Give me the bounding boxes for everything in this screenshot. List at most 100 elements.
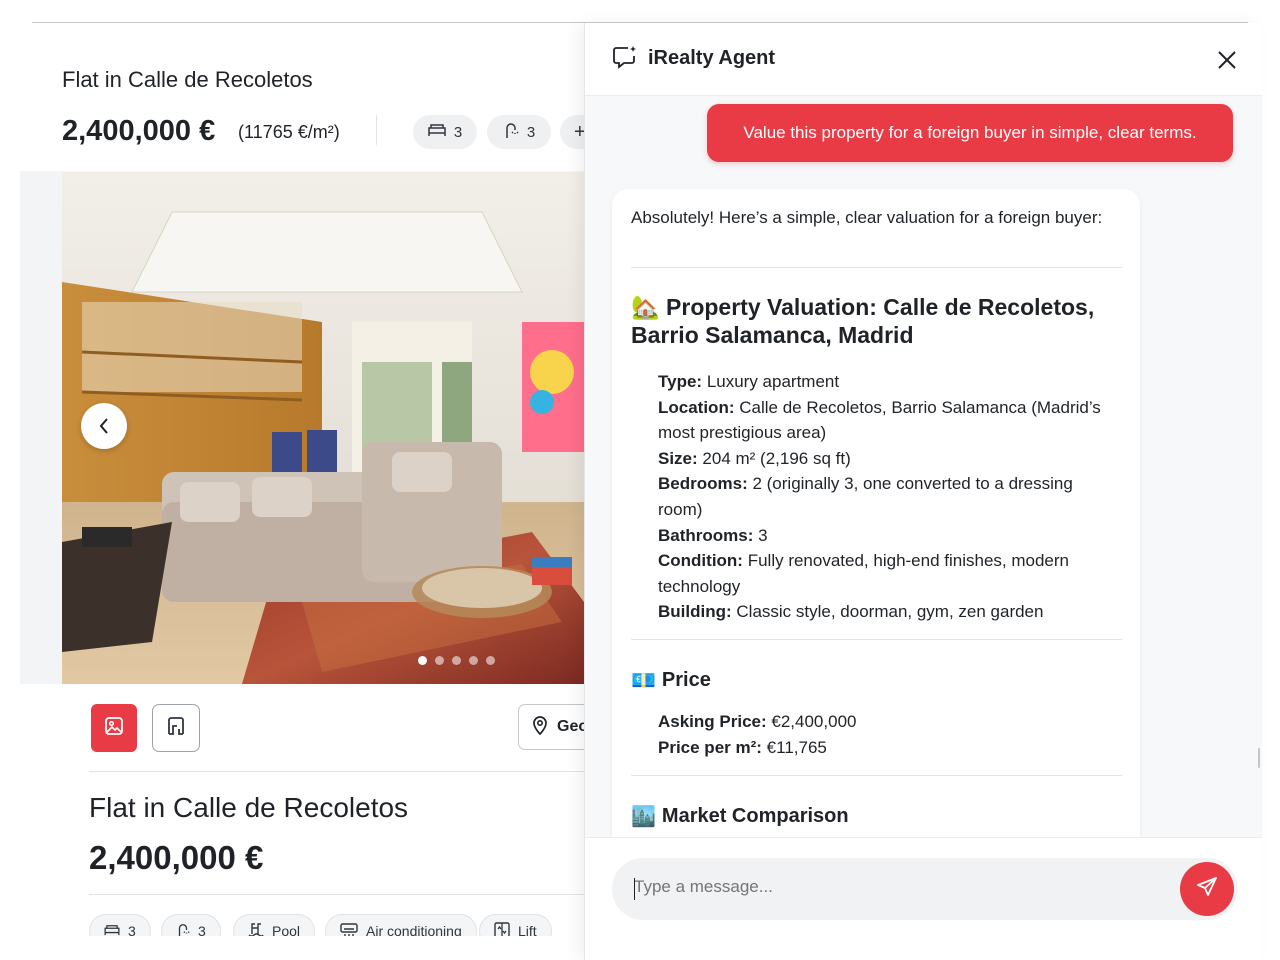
pool-icon <box>248 922 264 936</box>
detail-price: 2,400,000 € <box>89 839 264 876</box>
living-room-image <box>62 172 584 684</box>
price-value: €11,765 <box>766 737 827 757</box>
page-scrollbar[interactable] <box>1258 748 1260 768</box>
detail-value: Luxury apartment <box>706 372 840 391</box>
detail-item: Condition: Fully renovated, high-end fin… <box>658 548 1118 599</box>
detail-item: Size: 204 m² (2,196 sq ft) <box>658 446 1118 472</box>
image-icon <box>104 716 124 741</box>
header-divider <box>376 115 377 145</box>
detail-label: Bedrooms: <box>658 474 748 494</box>
ai-chat-icon <box>612 45 638 74</box>
bath-icon <box>503 121 519 143</box>
detail-item: Building: Classic style, doorman, gym, z… <box>658 599 1118 625</box>
section-divider <box>89 771 584 772</box>
price-label: Price per m²: <box>658 737 762 757</box>
listing-details: Geo Flat in Calle de Recoletos 2,400,000… <box>20 684 584 936</box>
property-details-list: Type: Luxury apartment Location: Calle d… <box>658 369 1118 625</box>
feature-label: Pool <box>272 923 301 936</box>
photos-view-button[interactable] <box>91 704 137 752</box>
price-heading: 💶 Price <box>631 668 711 693</box>
photo-pagination-dots <box>418 656 495 665</box>
property-listing-panel: Flat in Calle de Recoletos 2,400,000 € (… <box>20 23 584 936</box>
feature-label: Air conditioning <box>366 923 462 936</box>
more-features-chip[interactable]: + <box>560 115 584 149</box>
price-label: Asking Price: <box>658 712 767 731</box>
plus-icon: + <box>574 120 584 143</box>
bathrooms-count: 3 <box>526 123 536 141</box>
market-heading-text: Market Comparison <box>661 805 849 827</box>
listing-header: Flat in Calle de Recoletos 2,400,000 € (… <box>20 23 584 171</box>
agent-chat-panel: iRealty Agent Value this property for a … <box>584 23 1262 960</box>
valuation-heading-text: Property Valuation: Calle de Recoletos, … <box>631 294 1095 348</box>
city-emoji-icon: 🏙️ <box>631 806 656 828</box>
feature-chip-pool: Pool <box>233 914 316 936</box>
market-comparison-heading: 🏙️ Market Comparison <box>631 804 849 829</box>
send-button[interactable] <box>1180 862 1234 916</box>
price-heading-text: Price <box>661 669 711 691</box>
detail-label: Building: <box>658 602 732 622</box>
house-emoji-icon: 🏡 <box>631 294 660 320</box>
feature-label: 3 <box>198 923 206 936</box>
listing-price-per-m2: (11765 €/m²) <box>238 122 340 142</box>
listing-title: Flat in Calle de Recoletos <box>62 67 313 92</box>
detail-title: Flat in Calle de Recoletos <box>89 792 409 823</box>
property-photo[interactable] <box>62 172 584 684</box>
air-conditioning-icon <box>340 922 358 937</box>
detail-value: Classic style, doorman, gym, zen garden <box>736 602 1044 622</box>
detail-item: Bathrooms: 3 <box>658 523 1118 549</box>
photo-dot[interactable] <box>469 656 478 665</box>
map-pin-icon <box>531 715 549 740</box>
bathrooms-chip: 3 <box>487 115 551 149</box>
close-icon[interactable] <box>1216 49 1238 71</box>
bed-icon <box>104 923 120 936</box>
agent-reply-bubble: Absolutely! Here’s a simple, clear valua… <box>612 189 1140 837</box>
section-divider <box>89 894 584 895</box>
geolocation-button[interactable]: Geo <box>518 704 584 750</box>
composer-area <box>585 837 1262 960</box>
feature-chip-bathrooms: 3 <box>161 914 221 936</box>
bed-icon <box>428 123 446 141</box>
photo-dot[interactable] <box>486 656 495 665</box>
previous-photo-button[interactable] <box>81 403 127 449</box>
message-input[interactable] <box>634 877 1154 897</box>
money-emoji-icon: 💶 <box>631 670 656 692</box>
user-message-bubble: Value this property for a foreign buyer … <box>707 104 1233 162</box>
feature-chip-air-conditioning: Air conditioning <box>325 914 477 936</box>
price-item: Price per m²: €11,765 <box>658 735 1118 761</box>
detail-item: Type: Luxury apartment <box>658 369 1118 395</box>
feature-chip-lift: Lift <box>479 914 552 936</box>
message-composer <box>612 858 1238 920</box>
bedrooms-chip: 3 <box>413 115 477 149</box>
listing-price: 2,400,000 € <box>62 115 216 147</box>
detail-label: Condition: <box>658 551 743 571</box>
agent-title: iRealty Agent <box>648 47 776 69</box>
floor-plan-icon <box>166 716 186 741</box>
chat-messages[interactable]: Value this property for a foreign buyer … <box>585 96 1262 837</box>
detail-item: Location: Calle de Recoletos, Barrio Sal… <box>658 395 1118 446</box>
text-caret <box>634 878 635 900</box>
reply-divider <box>631 775 1122 776</box>
price-value: €2,400,000 <box>771 712 857 731</box>
feature-chip-bedrooms: 3 <box>89 914 151 936</box>
price-item: Asking Price: €2,400,000 <box>658 709 1118 735</box>
feature-label: 3 <box>128 923 136 936</box>
bath-icon <box>176 922 190 936</box>
detail-label: Type: <box>658 372 703 391</box>
detail-label: Location: <box>658 397 735 417</box>
bedrooms-count: 3 <box>453 123 463 141</box>
photo-dot[interactable] <box>452 656 461 665</box>
detail-value: 204 m² (2,196 sq ft) <box>702 448 851 468</box>
floor-plan-button[interactable] <box>152 704 200 752</box>
reply-divider <box>631 267 1122 268</box>
detail-item: Bedrooms: 2 (originally 3, one converted… <box>658 471 1118 522</box>
valuation-heading: 🏡 Property Valuation: Calle de Recoletos… <box>631 293 1111 349</box>
send-icon <box>1196 876 1218 903</box>
photo-dot[interactable] <box>435 656 444 665</box>
price-list: Asking Price: €2,400,000 Price per m²: €… <box>658 709 1118 760</box>
detail-label: Size: <box>658 448 698 468</box>
lift-icon <box>494 921 510 936</box>
agent-header: iRealty Agent <box>585 23 1262 96</box>
geolocation-label: Geo <box>557 718 584 735</box>
photo-dot-active[interactable] <box>418 656 427 665</box>
detail-label: Bathrooms: <box>658 525 754 545</box>
